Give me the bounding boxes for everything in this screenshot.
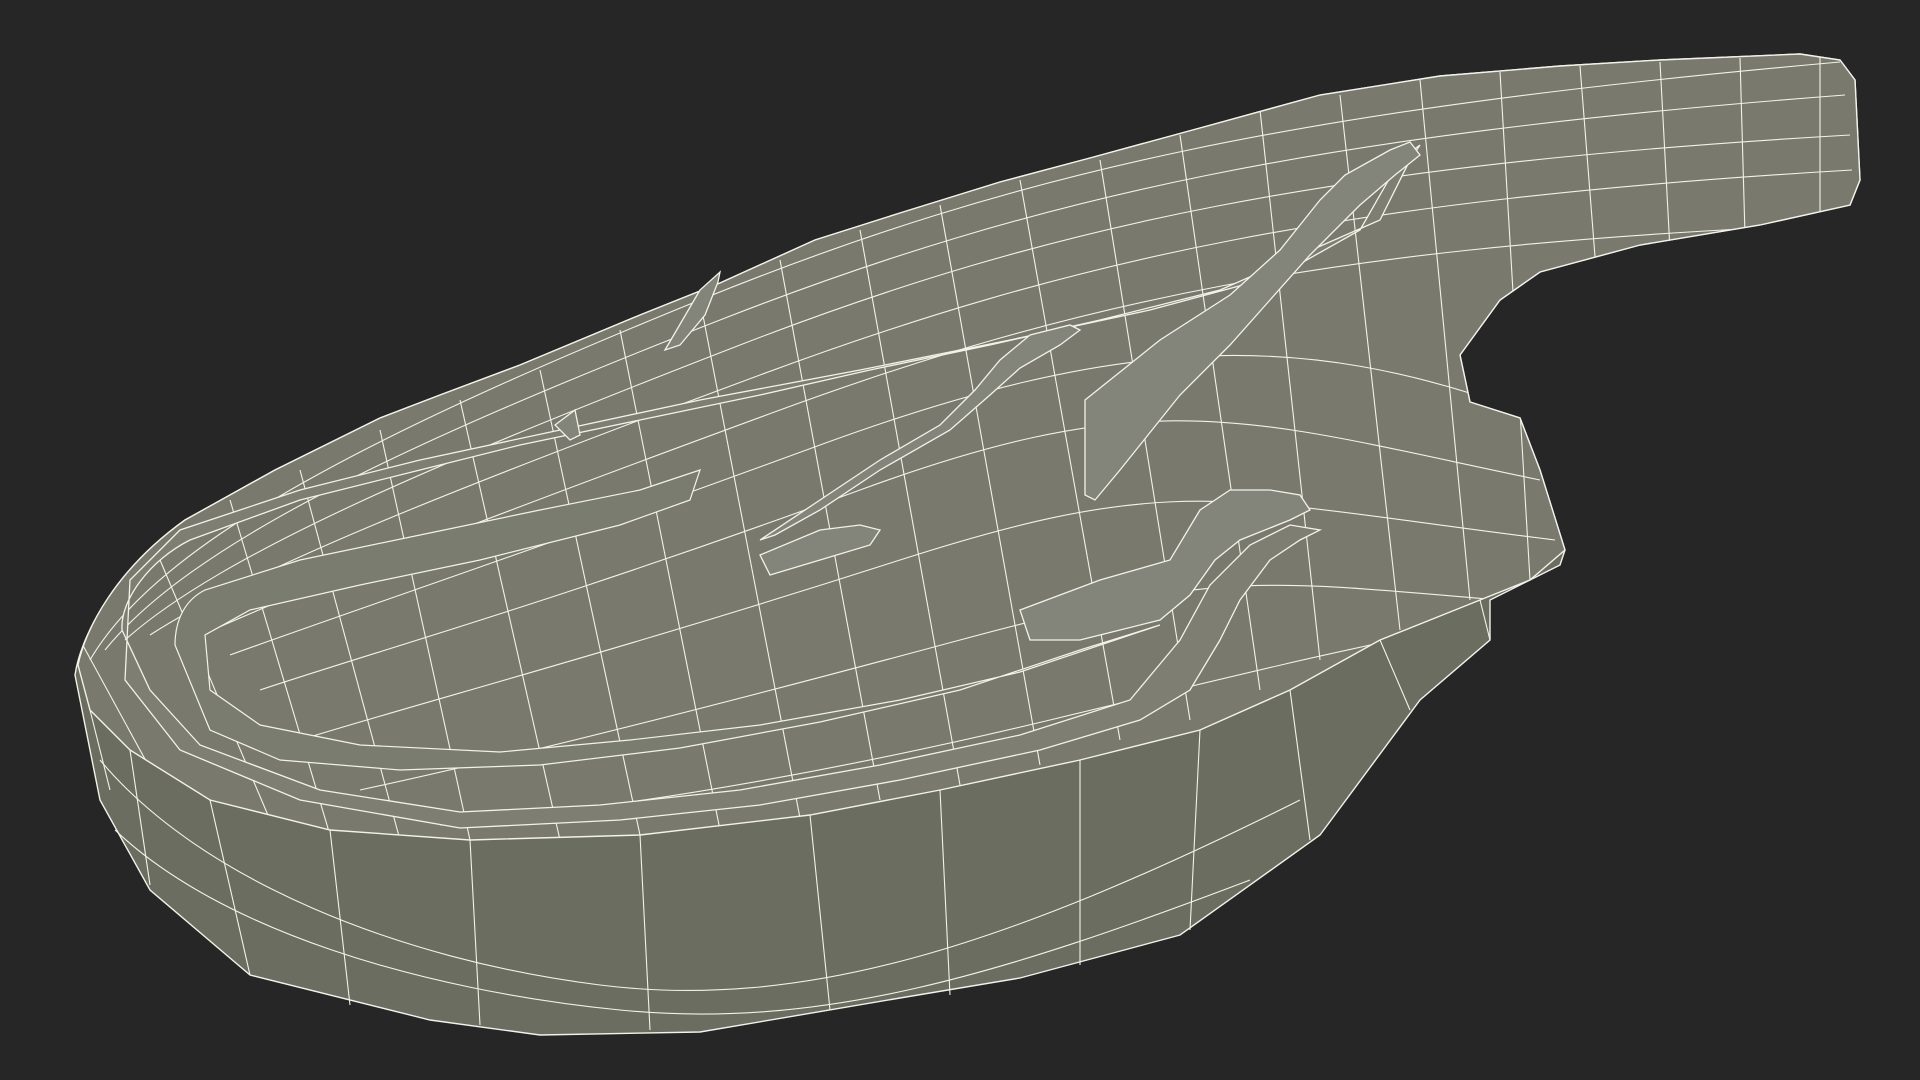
wireframe-mesh-render bbox=[74, 53, 1861, 1036]
render-viewport bbox=[0, 0, 1920, 1080]
mesh-base-top-face bbox=[77, 53, 1861, 841]
